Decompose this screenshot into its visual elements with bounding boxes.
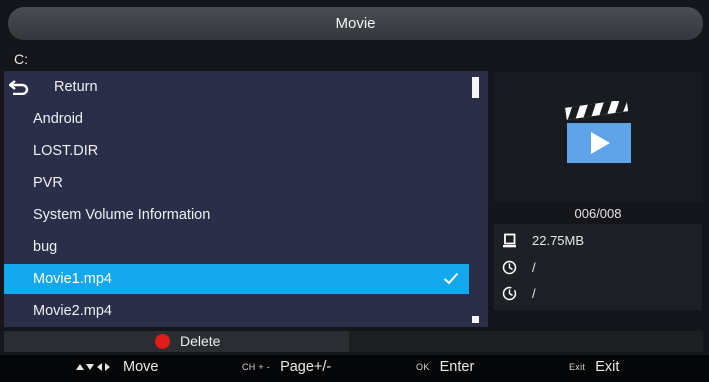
- list-item-label: bug: [33, 239, 58, 255]
- move-label: Move: [123, 359, 159, 375]
- return-label: Return: [54, 79, 98, 95]
- exit-hint: Exit Exit: [569, 359, 619, 375]
- list-item-label: Android: [33, 111, 83, 127]
- list-item-movie1[interactable]: Movie1.mp4: [4, 264, 469, 294]
- current-path: C:: [14, 51, 28, 67]
- list-item-label: System Volume Information: [33, 207, 211, 223]
- check-icon: [443, 272, 459, 285]
- list-item-system-volume-information[interactable]: System Volume Information: [4, 200, 469, 230]
- list-item-label: Movie2.mp4: [33, 303, 112, 319]
- screen: Movie C: Return Android LOST.DIR PVR Sys…: [0, 0, 709, 382]
- return-item[interactable]: Return: [4, 72, 469, 102]
- scrollbar[interactable]: [470, 77, 480, 323]
- ok-key-icon: OK: [416, 362, 430, 372]
- list-item-android[interactable]: Android: [4, 104, 469, 134]
- delete-button[interactable]: Delete: [155, 333, 220, 349]
- enter-label: Enter: [439, 359, 475, 375]
- list-item-label: PVR: [33, 175, 63, 191]
- exit-key-icon: Exit: [569, 362, 586, 372]
- list-item-movie2[interactable]: Movie2.mp4: [4, 296, 469, 326]
- time-icon: [502, 286, 517, 300]
- page-label: Page+/-: [280, 359, 332, 375]
- date-value: /: [532, 285, 536, 301]
- file-size: 22.75MB: [532, 232, 585, 248]
- action-bar: Delete: [4, 331, 349, 352]
- action-bar-spacer: [349, 331, 703, 352]
- list-item-pvr[interactable]: PVR: [4, 168, 469, 198]
- duration-value: /: [532, 259, 536, 275]
- date-row: /: [502, 283, 536, 303]
- list-item-label: Movie1.mp4: [33, 271, 112, 287]
- clock-icon: [502, 260, 517, 274]
- file-size-row: 22.75MB: [502, 230, 584, 250]
- exit-label: Exit: [595, 359, 620, 375]
- delete-label: Delete: [180, 333, 221, 349]
- preview-pane: [494, 72, 702, 202]
- page-hint: CH + - Page+/-: [242, 359, 331, 375]
- list-item-label: LOST.DIR: [33, 143, 99, 159]
- file-counter: 006/008: [574, 206, 622, 221]
- scroll-thumb[interactable]: [472, 77, 479, 98]
- channel-key-icon: CH + -: [242, 362, 271, 372]
- arrow-keys-icon: [76, 362, 112, 372]
- red-button-icon: [155, 333, 170, 349]
- title-bar: Movie: [8, 7, 703, 40]
- list-item-lost-dir[interactable]: LOST.DIR: [4, 136, 469, 166]
- duration-row: /: [502, 257, 536, 277]
- file-list: Return Android LOST.DIR PVR System Volum…: [4, 71, 488, 327]
- list-item-bug[interactable]: bug: [4, 232, 469, 262]
- storage-icon: [503, 233, 516, 247]
- move-hint: Move: [76, 359, 158, 375]
- help-bar: Move CH + - Page+/- OK Enter Exit Exit: [0, 355, 709, 382]
- return-arrow-icon: [9, 80, 29, 95]
- enter-hint: OK Enter: [416, 359, 474, 375]
- file-info-panel: 22.75MB / /: [494, 224, 702, 310]
- scroll-end-marker: [472, 316, 479, 323]
- movie-clapper-icon: [565, 101, 631, 163]
- page-title: Movie: [335, 15, 376, 32]
